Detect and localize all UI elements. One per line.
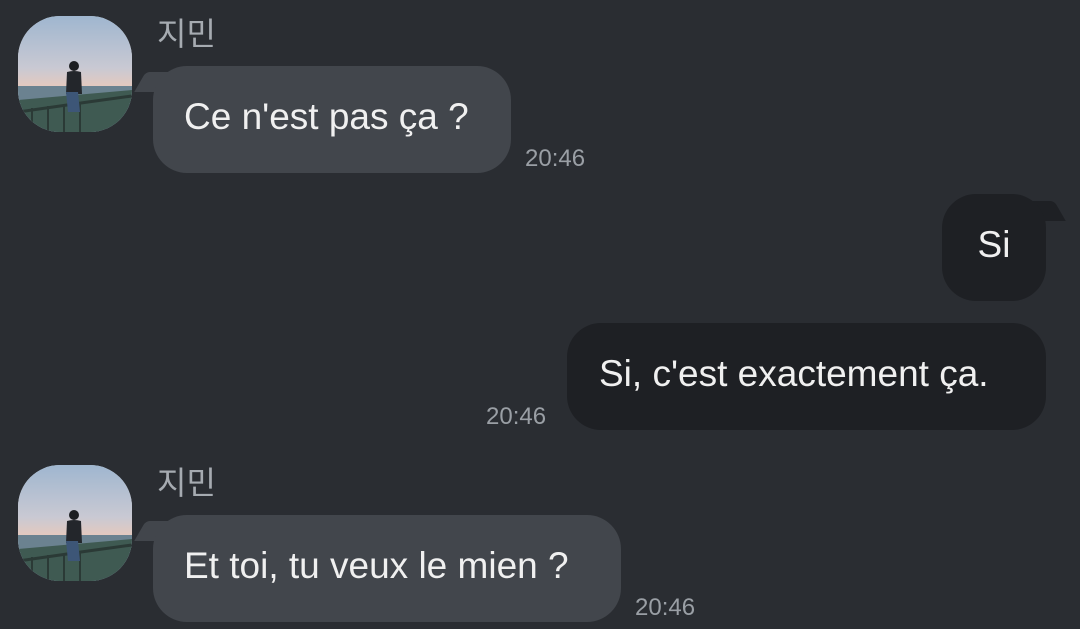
message-bubble-incoming[interactable]: Et toi, tu veux le mien ?	[153, 515, 621, 622]
message-timestamp: 20:46	[486, 403, 547, 430]
avatar[interactable]	[18, 16, 132, 132]
message-timestamp: 20:46	[635, 594, 696, 621]
message-text: Et toi, tu veux le mien ?	[184, 545, 569, 586]
sender-name: 지민	[157, 464, 216, 502]
chat-window: 지민 Ce n'est pas ça ? 20:46 Si Si, c'est …	[0, 0, 1080, 629]
message-bubble-outgoing[interactable]: Si	[942, 194, 1046, 301]
message-text: Ce n'est pas ça ?	[184, 96, 469, 137]
message-bubble-outgoing[interactable]: Si, c'est exactement ça.	[567, 323, 1046, 430]
message-text: Si, c'est exactement ça.	[599, 353, 989, 394]
avatar[interactable]	[18, 465, 132, 581]
message-bubble-incoming[interactable]: Ce n'est pas ça ?	[153, 66, 511, 173]
avatar-photo-icon	[18, 465, 132, 581]
message-text: Si	[977, 224, 1011, 265]
sender-name: 지민	[157, 15, 216, 53]
message-timestamp: 20:46	[525, 145, 586, 172]
avatar-photo-icon	[18, 16, 132, 132]
